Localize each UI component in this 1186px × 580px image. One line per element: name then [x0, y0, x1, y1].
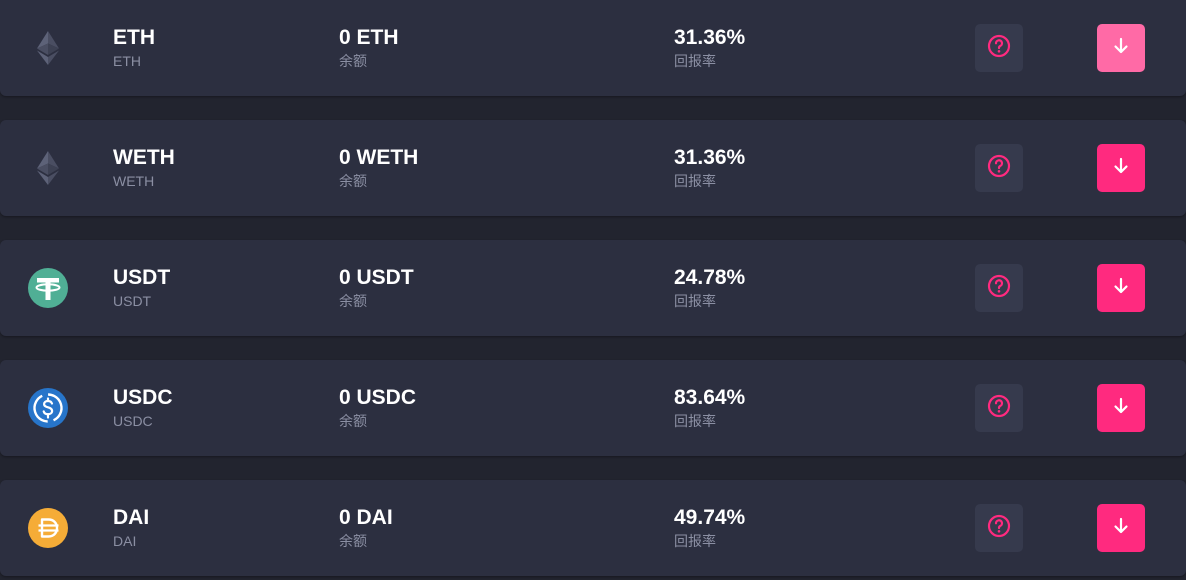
question-circle-icon	[987, 514, 1011, 543]
token-list: ETH ETH 0 ETH 余额 31.36% 回报率 WETH WETH 0 …	[0, 0, 1186, 580]
arrow-down-icon	[1111, 396, 1131, 421]
help-button[interactable]	[975, 384, 1023, 432]
token-symbol: ETH	[113, 26, 155, 49]
help-button[interactable]	[975, 144, 1023, 192]
dai-icon	[27, 507, 69, 549]
balance-value: 0 DAI	[339, 506, 393, 529]
download-button[interactable]	[1097, 264, 1145, 312]
token-subtitle: ETH	[113, 53, 141, 69]
token-balance: 0 ETH 余额	[339, 25, 399, 71]
token-apy: 83.64% 回报率	[674, 385, 745, 431]
balance-label: 余额	[339, 173, 367, 189]
help-button[interactable]	[975, 24, 1023, 72]
question-circle-icon	[987, 274, 1011, 303]
apy-label: 回报率	[674, 173, 716, 189]
help-button[interactable]	[975, 504, 1023, 552]
token-row-dai: DAI DAI 0 DAI 余额 49.74% 回报率	[0, 480, 1186, 576]
apy-label: 回报率	[674, 413, 716, 429]
help-button[interactable]	[975, 264, 1023, 312]
token-row-weth: WETH WETH 0 WETH 余额 31.36% 回报率	[0, 120, 1186, 216]
token-symbol: USDC	[113, 386, 173, 409]
token-subtitle: USDC	[113, 413, 153, 429]
arrow-down-icon	[1111, 36, 1131, 61]
apy-label: 回报率	[674, 53, 716, 69]
tether-icon	[27, 267, 69, 309]
token-apy: 31.36% 回报率	[674, 145, 745, 191]
token-row-eth: ETH ETH 0 ETH 余额 31.36% 回报率	[0, 0, 1186, 96]
token-balance: 0 WETH 余额	[339, 145, 418, 191]
apy-value: 49.74%	[674, 506, 746, 529]
arrow-down-icon	[1111, 156, 1131, 181]
question-circle-icon	[987, 34, 1011, 63]
token-apy: 24.78% 回报率	[674, 265, 745, 311]
download-button[interactable]	[1097, 24, 1145, 72]
token-symbol: DAI	[113, 506, 150, 529]
arrow-down-icon	[1111, 276, 1131, 301]
token-apy: 49.74% 回报率	[674, 505, 745, 551]
apy-value: 31.36%	[674, 146, 746, 169]
token-apy: 31.36% 回报率	[674, 25, 745, 71]
arrow-down-icon	[1111, 516, 1131, 541]
question-circle-icon	[987, 154, 1011, 183]
token-symbol: USDT	[113, 266, 171, 289]
apy-label: 回报率	[674, 293, 716, 309]
apy-value: 24.78%	[674, 266, 746, 289]
ethereum-icon	[27, 147, 69, 189]
balance-value: 0 WETH	[339, 146, 419, 169]
token-name: USDC USDC	[113, 385, 173, 431]
token-name: WETH WETH	[113, 145, 175, 191]
download-button[interactable]	[1097, 384, 1145, 432]
token-row-usdc: USDC USDC 0 USDC 余额 83.64% 回报率	[0, 360, 1186, 456]
balance-label: 余额	[339, 413, 367, 429]
download-button[interactable]	[1097, 504, 1145, 552]
download-button[interactable]	[1097, 144, 1145, 192]
token-subtitle: WETH	[113, 173, 155, 189]
token-symbol: WETH	[113, 146, 175, 169]
apy-value: 31.36%	[674, 26, 746, 49]
apy-value: 83.64%	[674, 386, 746, 409]
balance-label: 余额	[339, 53, 367, 69]
token-balance: 0 USDT 余额	[339, 265, 414, 311]
token-row-usdt: USDT USDT 0 USDT 余额 24.78% 回报率	[0, 240, 1186, 336]
token-balance: 0 DAI 余额	[339, 505, 393, 551]
token-name: ETH ETH	[113, 25, 155, 71]
token-name: DAI DAI	[113, 505, 149, 551]
ethereum-icon	[27, 27, 69, 69]
balance-value: 0 USDC	[339, 386, 417, 409]
apy-label: 回报率	[674, 533, 716, 549]
question-circle-icon	[987, 394, 1011, 423]
token-balance: 0 USDC 余额	[339, 385, 416, 431]
balance-label: 余额	[339, 533, 367, 549]
usdc-icon	[27, 387, 69, 429]
balance-value: 0 USDT	[339, 266, 414, 289]
token-name: USDT USDT	[113, 265, 170, 311]
balance-value: 0 ETH	[339, 26, 399, 49]
token-subtitle: DAI	[113, 533, 137, 549]
balance-label: 余额	[339, 293, 367, 309]
token-subtitle: USDT	[113, 293, 152, 309]
